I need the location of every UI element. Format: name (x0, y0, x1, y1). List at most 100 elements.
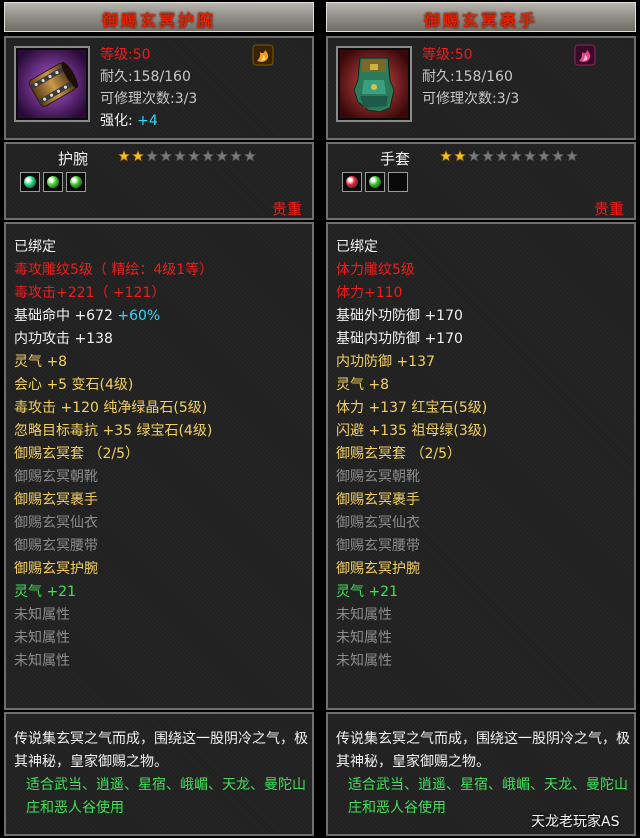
stat-line: 忽略目标毒抗 +35 绿宝石(4级) (14, 420, 213, 443)
star-filled-icon (453, 149, 467, 162)
star-empty-icon (551, 149, 565, 162)
item-description: 传说集玄冥之气而成，围绕这一股阴冷之气，极其神秘，皇家御赐之物。 适合武当、逍遥… (336, 728, 632, 820)
quality-label: 贵重 (593, 200, 624, 218)
stat-line: 体力+110 (336, 282, 487, 305)
stat-text: 内功防御 +137 (336, 354, 435, 370)
stat-text: 御赐玄冥朝靴 (14, 469, 98, 485)
item-title-bar: 御赐玄冥裹手 (326, 2, 636, 32)
gem-green-icon[interactable] (66, 172, 86, 192)
star-filled-icon (439, 149, 453, 162)
stat-text: 忽略目标毒抗 +35 绿宝石(4级) (14, 423, 213, 439)
stat-text: 基础内功防御 +170 (336, 331, 463, 347)
stat-bonus: +60% (117, 308, 161, 324)
stat-line: 已绑定 (14, 236, 213, 259)
gem-red-icon[interactable] (342, 172, 362, 192)
item-header-box: 等级:50 耐久:158/160 可修理次数:3/3 (326, 36, 636, 140)
stat-line: 闪避 +135 祖母绿(3级) (336, 420, 487, 443)
stat-text: 基础外功防御 +170 (336, 308, 463, 324)
lore-text: 传说集玄冥之气而成，围绕这一股阴冷之气，极其神秘，皇家御赐之物。 (14, 731, 308, 770)
star-empty-icon (145, 149, 159, 162)
bracer-icon[interactable] (14, 46, 90, 122)
stat-line: 内功防御 +137 (336, 351, 487, 374)
star-empty-icon (537, 149, 551, 162)
stat-line: 灵气 +8 (14, 351, 213, 374)
stat-text: 未知属性 (14, 653, 70, 669)
stat-line: 御赐玄冥护腕 (14, 558, 213, 581)
star-empty-icon (481, 149, 495, 162)
item-title-bar: 御赐玄冥护腕 (4, 2, 314, 32)
stat-text: 未知属性 (336, 630, 392, 646)
item-title: 御赐玄冥护腕 (101, 11, 216, 30)
star-empty-icon (159, 149, 173, 162)
item-level: 等级:50 (100, 47, 151, 63)
stat-line: 御赐玄冥腰带 (336, 535, 487, 558)
stat-line: 会心 +5 变石(4级) (14, 374, 213, 397)
stat-line: 未知属性 (336, 627, 487, 650)
stat-text: 御赐玄冥套 （2/5） (14, 446, 139, 462)
stat-line: 御赐玄冥裹手 (14, 489, 213, 512)
stat-text: 未知属性 (336, 653, 392, 669)
item-title: 御赐玄冥裹手 (423, 11, 538, 30)
stat-text: 未知属性 (336, 607, 392, 623)
stat-line: 内功攻击 +138 (14, 328, 213, 351)
stat-line: 基础内功防御 +170 (336, 328, 487, 351)
enhance-label: 强化: (100, 113, 133, 129)
star-empty-icon (187, 149, 201, 162)
star-filled-icon (117, 149, 131, 162)
star-empty-icon (229, 149, 243, 162)
gem-green-blue-icon[interactable] (20, 172, 40, 192)
stat-line: 御赐玄冥裹手 (336, 489, 487, 512)
gem-green-icon[interactable] (365, 172, 385, 192)
stat-line: 御赐玄冥朝靴 (336, 466, 487, 489)
stat-line: 御赐玄冥腰带 (14, 535, 213, 558)
flame-badge-icon (252, 44, 274, 66)
stat-text: 御赐玄冥护腕 (14, 561, 98, 577)
gloves-icon[interactable] (336, 46, 412, 122)
star-empty-icon (201, 149, 215, 162)
stat-text: 灵气 +21 (336, 584, 398, 600)
enhance-value: +4 (137, 113, 158, 129)
star-filled-icon (131, 149, 145, 162)
gem-green-icon[interactable] (43, 172, 63, 192)
stat-line: 未知属性 (336, 650, 487, 673)
stat-line: 御赐玄冥仙衣 (336, 512, 487, 535)
item-tooltip-bracer: 御赐玄冥护腕 等级:50 耐久:158/160 可修理次数:3/3 强化: +4… (2, 0, 316, 838)
stat-text: 体力 +137 红宝石(5级) (336, 400, 488, 416)
usable-by-text: 适合武当、逍遥、星宿、峨嵋、天龙、曼陀山庄和恶人谷使用 (26, 777, 306, 816)
star-empty-icon (173, 149, 187, 162)
stat-text: 御赐玄冥腰带 (14, 538, 98, 554)
item-description-box: 传说集玄冥之气而成，围绕这一股阴冷之气，极其神秘，皇家御赐之物。 适合武当、逍遥… (4, 712, 314, 836)
stat-text: 内功攻击 +138 (14, 331, 113, 347)
stat-line: 体力雕纹5级 (336, 259, 487, 282)
item-slot-box: 手套 贵重 (326, 142, 636, 220)
star-empty-icon (215, 149, 229, 162)
stat-line: 御赐玄冥套 （2/5） (336, 443, 487, 466)
stat-line: 已绑定 (336, 236, 487, 259)
stat-text: 御赐玄冥套 （2/5） (336, 446, 461, 462)
stat-text: 御赐玄冥腰带 (336, 538, 420, 554)
item-enhance: 强化: +4 (100, 110, 197, 132)
lore-text: 传说集玄冥之气而成，围绕这一股阴冷之气，极其神秘，皇家御赐之物。 (336, 731, 630, 770)
stat-text: 体力雕纹5级 (336, 262, 415, 278)
stat-line: 毒攻击+221（ +121） (14, 282, 213, 305)
stat-text: 御赐玄冥朝靴 (336, 469, 420, 485)
item-durability: 耐久:158/160 (100, 69, 191, 85)
stat-line: 未知属性 (14, 627, 213, 650)
quality-label: 贵重 (271, 200, 302, 218)
stat-text: 御赐玄冥护腕 (336, 561, 420, 577)
stat-line: 毒攻雕纹5级（ 精绘：4级1等） (14, 259, 213, 282)
stat-line: 未知属性 (14, 650, 213, 673)
stat-list: 已绑定 毒攻雕纹5级（ 精绘：4级1等） 毒攻击+221（ +121） 基础命中 +6… (14, 236, 213, 673)
stat-text: 御赐玄冥仙衣 (14, 515, 98, 531)
item-header-box: 等级:50 耐久:158/160 可修理次数:3/3 强化: +4 (4, 36, 314, 140)
stat-text: 灵气 +8 (14, 354, 68, 370)
stat-line: 未知属性 (336, 604, 487, 627)
stat-line: 御赐玄冥套 （2/5） (14, 443, 213, 466)
stat-text: 体力+110 (336, 285, 403, 301)
stat-text: 已绑定 (14, 239, 56, 255)
slot-name: 护腕 (58, 150, 89, 168)
stat-line: 毒攻击 +120 纯净绿晶石(5级) (14, 397, 213, 420)
stat-text: 毒攻击+221（ +121） (14, 285, 166, 301)
item-durability: 耐久:158/160 (422, 69, 513, 85)
gem-empty-icon[interactable] (388, 172, 408, 192)
